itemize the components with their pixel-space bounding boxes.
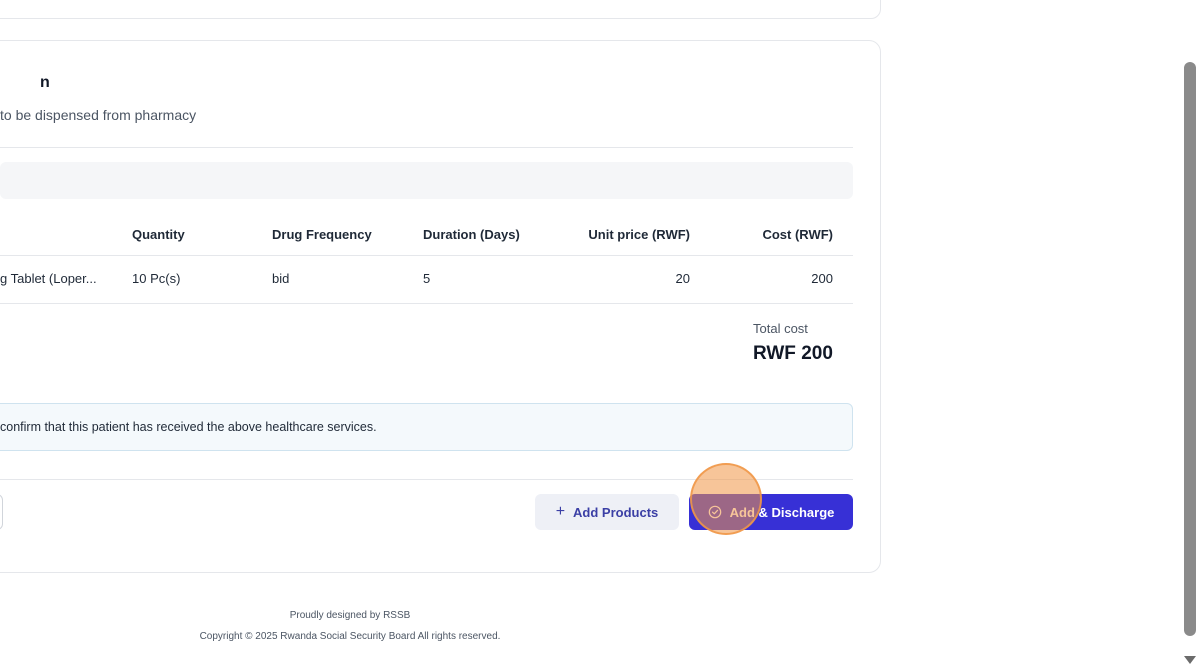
previous-card xyxy=(0,0,881,19)
total-cost-label: Total cost xyxy=(753,321,808,336)
cell-unit-price: 20 xyxy=(675,271,690,286)
column-header-unit-price: Unit price (RWF) xyxy=(588,227,690,242)
footer-credit: Proudly designed by RSSB xyxy=(289,610,411,621)
cell-duration: 5 xyxy=(423,271,431,286)
scrollbar-thumb[interactable] xyxy=(1184,62,1196,636)
table-header-divider xyxy=(0,255,853,256)
column-header-cost: Cost (RWF) xyxy=(762,227,833,242)
divider xyxy=(0,147,853,148)
add-products-label: Add Products xyxy=(573,504,659,520)
actions-divider xyxy=(0,479,853,480)
search-input[interactable] xyxy=(0,162,853,199)
add-discharge-button[interactable]: Add & Discharge xyxy=(689,494,853,530)
section-title: n xyxy=(40,74,50,91)
cell-cost: 200 xyxy=(811,271,833,286)
confirmation-text: confirm that this patient has received t… xyxy=(0,420,377,434)
column-header-frequency: Drug Frequency xyxy=(272,227,372,242)
plus-icon: + xyxy=(555,503,566,520)
add-discharge-label: Add & Discharge xyxy=(729,504,835,520)
add-products-button[interactable]: + Add Products xyxy=(535,494,679,530)
column-header-duration: Duration (Days) xyxy=(423,227,520,242)
page-viewport: n to be dispensed from pharmacy Quantity… xyxy=(0,0,1200,670)
total-cost-value: RWF 200 xyxy=(753,343,833,364)
cell-quantity: 10 Pc(s) xyxy=(132,271,181,286)
table-row-divider xyxy=(0,303,853,304)
column-header-quantity: Quantity xyxy=(132,227,185,242)
cell-frequency: bid xyxy=(272,271,290,286)
footer-copyright: Copyright © 2025 Rwanda Social Security … xyxy=(199,631,501,642)
back-button[interactable] xyxy=(0,494,3,530)
cell-product: g Tablet (Loper... xyxy=(0,271,97,286)
check-circle-icon xyxy=(708,505,721,519)
section-subtitle: to be dispensed from pharmacy xyxy=(0,107,197,123)
scroll-down-arrow-icon[interactable] xyxy=(1184,656,1196,664)
